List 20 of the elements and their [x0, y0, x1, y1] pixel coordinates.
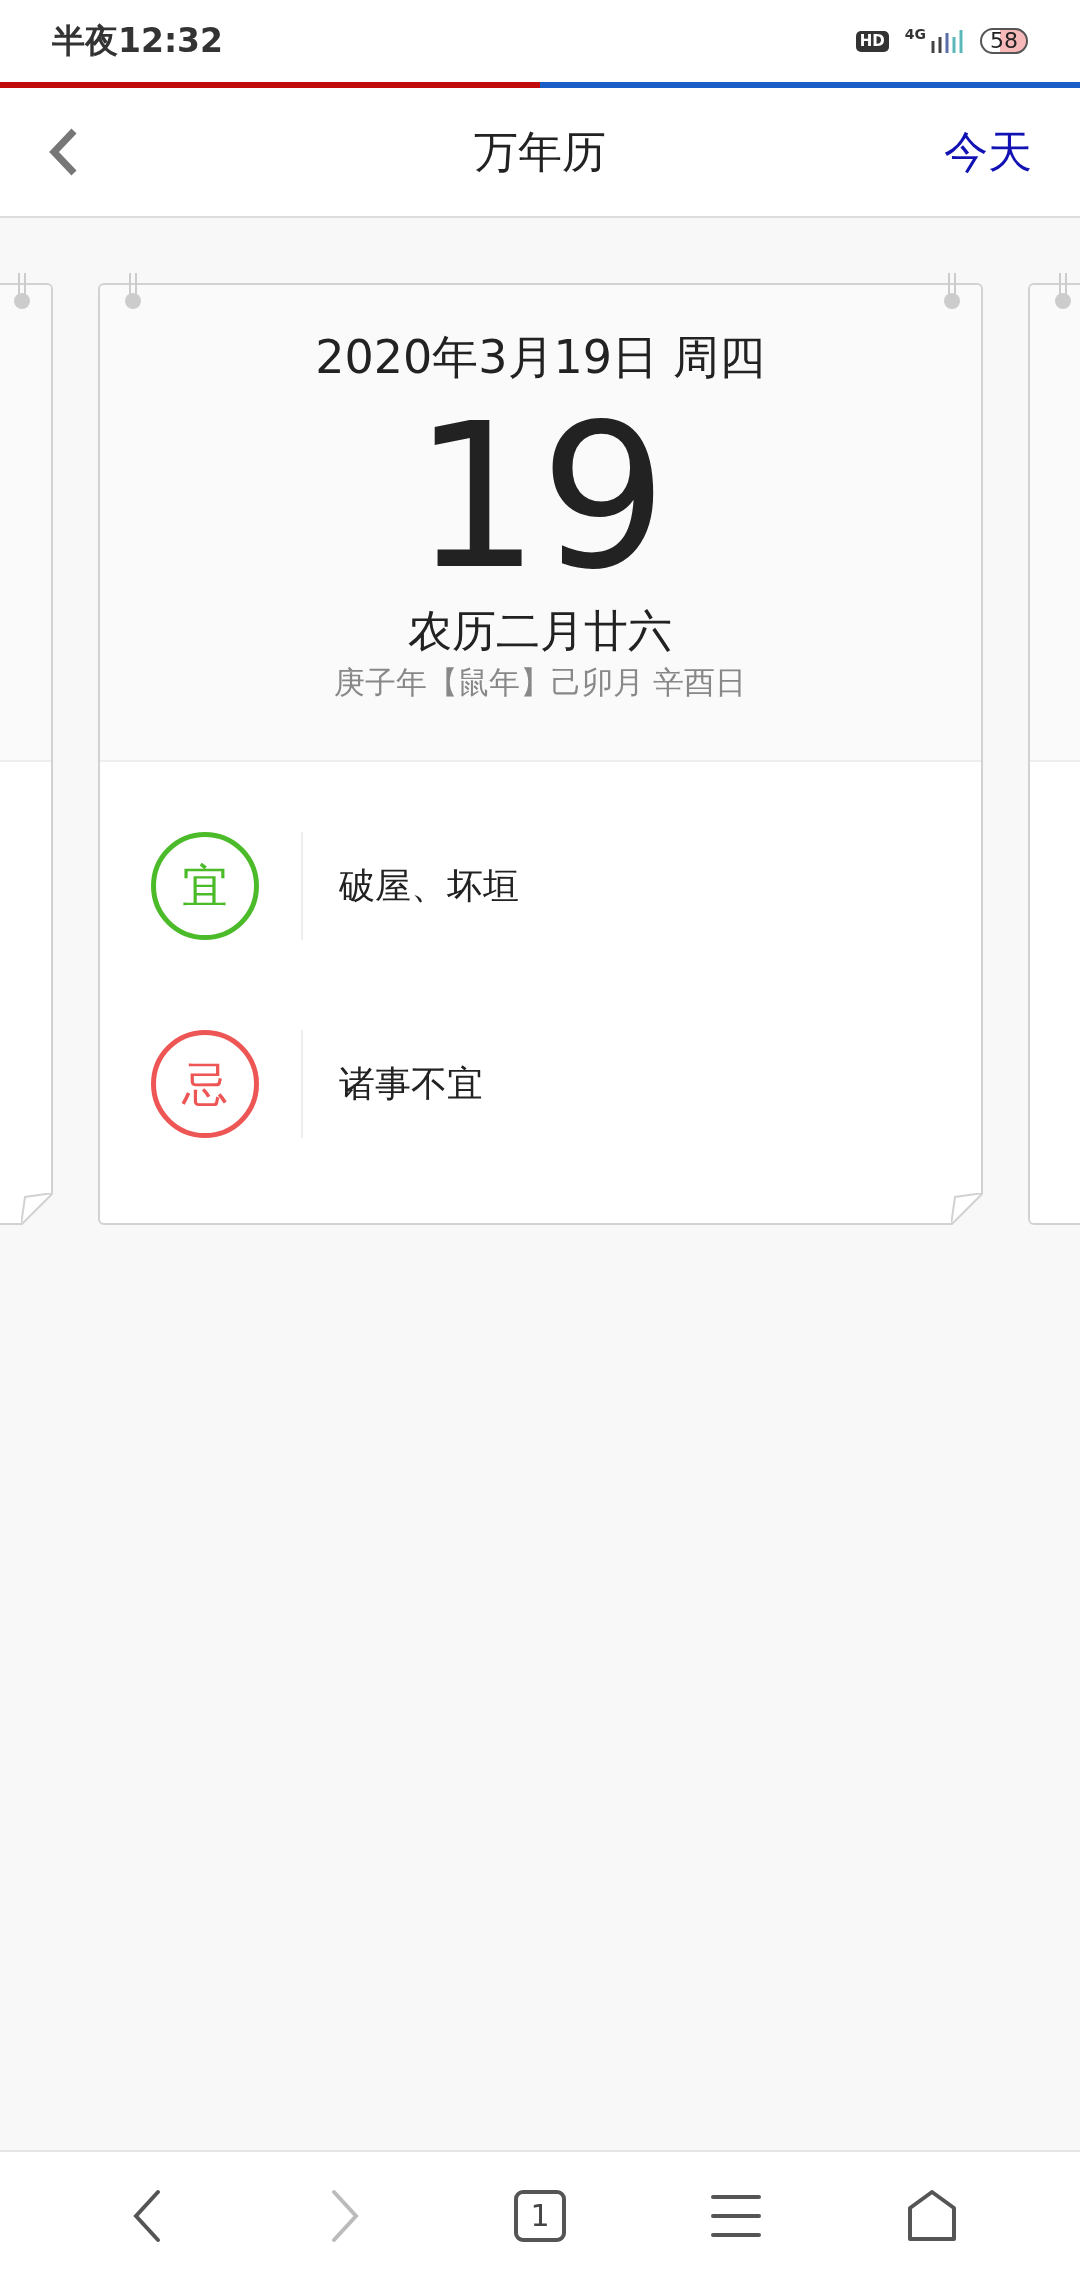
lunar-date: 农历二月廿六 — [408, 605, 672, 658]
bad-badge: 忌 — [150, 1030, 259, 1138]
signal-icon — [930, 27, 964, 55]
today-button[interactable]: 今天 — [944, 119, 1032, 185]
network-label: 4G — [904, 27, 926, 41]
battery-level: 58 — [980, 28, 1028, 54]
tabs-button[interactable]: 1 — [514, 2190, 566, 2242]
good-badge: 宜 — [150, 832, 259, 940]
menu-icon[interactable] — [710, 2193, 762, 2239]
hd-icon: HD — [855, 30, 889, 52]
back-icon — [48, 127, 78, 177]
activity-text: 诸事不宜 — [338, 1062, 483, 1106]
page-title: 万年历 — [474, 125, 606, 179]
day-number: 19 — [412, 397, 668, 598]
ganzhi-date: 庚子年【鼠年】己卯月 辛酉日 — [333, 664, 747, 702]
activity-text: 破屋、坏垣 — [338, 864, 519, 908]
date-heading: 2020年3月19日 周四 — [315, 330, 765, 386]
status-time: 半夜12:32 — [52, 20, 224, 63]
back-button[interactable] — [48, 127, 78, 177]
home-icon[interactable] — [907, 2190, 957, 2242]
